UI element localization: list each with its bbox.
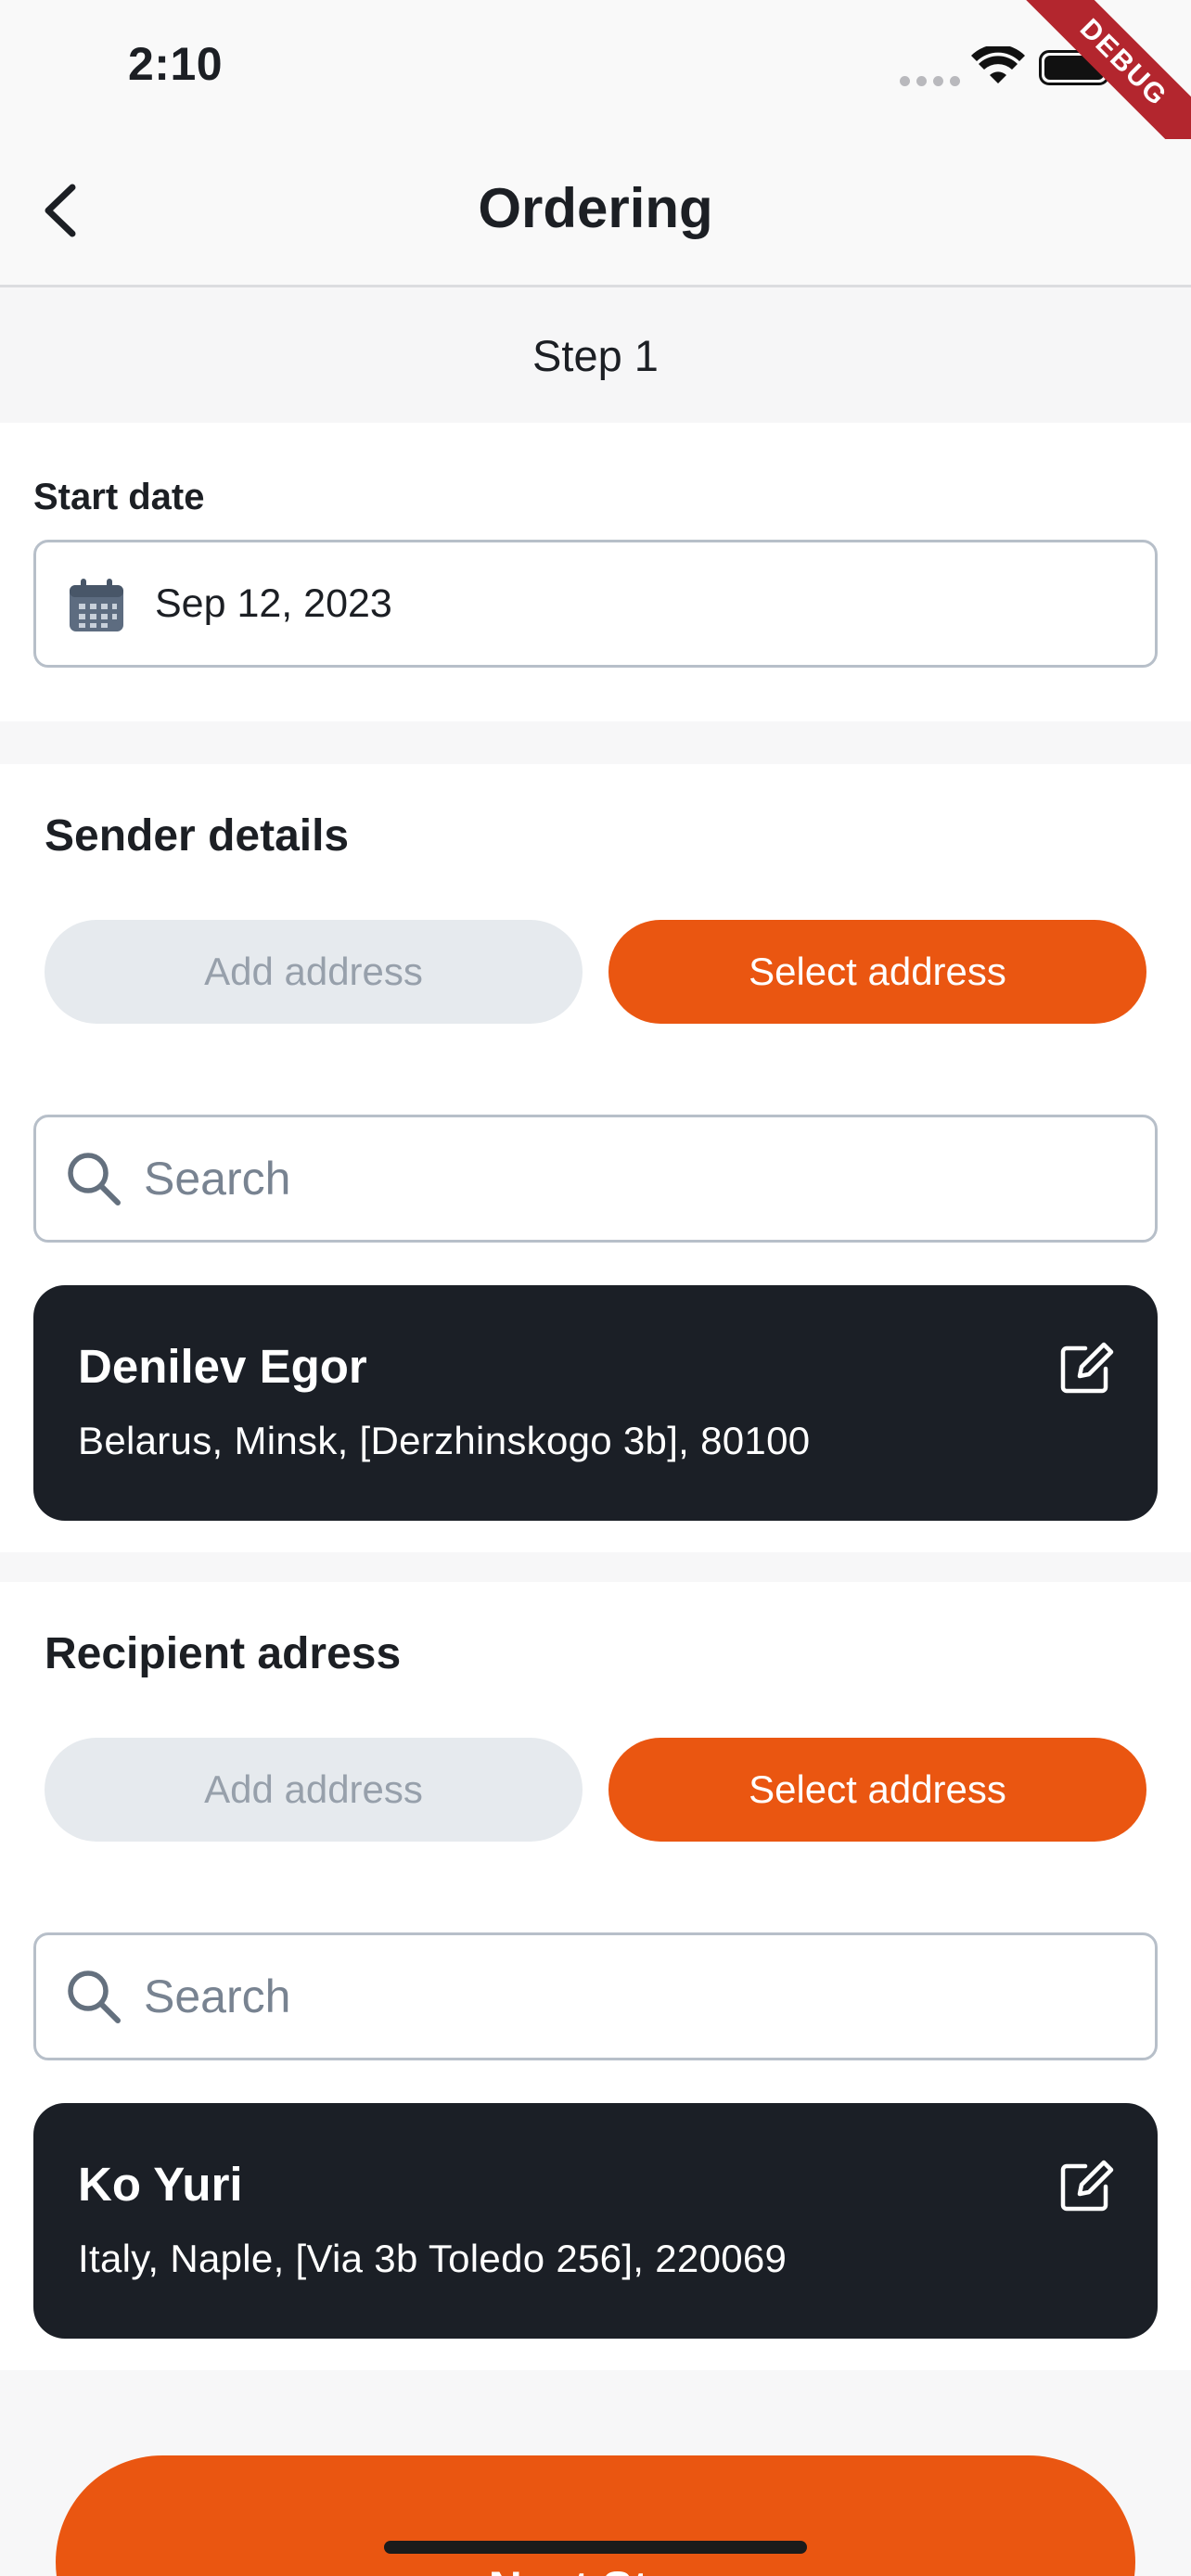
status-bar: 2:10 [0, 0, 1191, 139]
app-bar: Ordering [0, 139, 1191, 287]
start-date-field[interactable]: Sep 12, 2023 [33, 540, 1158, 668]
recipient-address: Italy, Naple, [Via 3b Toledo 256], 22006… [78, 2237, 788, 2280]
start-date-value: Sep 12, 2023 [155, 581, 392, 626]
sender-title: Sender details [45, 811, 350, 861]
recipient-select-address-button[interactable]: Select address [608, 1738, 1146, 1842]
start-date-label: Start date [33, 477, 205, 517]
sender-add-address-button[interactable]: Add address [45, 920, 583, 1024]
recipient-address-card[interactable]: Ko Yuri Italy, Naple, [Via 3b Toledo 256… [33, 2103, 1158, 2339]
next-step-button[interactable]: Next Step [56, 2455, 1135, 2576]
home-indicator [384, 2541, 807, 2554]
recipient-search-input[interactable] [144, 1961, 1118, 2032]
edit-icon[interactable] [1057, 2157, 1115, 2214]
start-date-section: Start date Sep 12, 2023 [0, 423, 1191, 721]
sender-search-input[interactable] [144, 1143, 1118, 1214]
cellular-signal-icon [900, 76, 960, 86]
recipient-add-address-button[interactable]: Add address [45, 1738, 583, 1842]
step-indicator: Step 1 [0, 290, 1191, 422]
edit-icon[interactable] [1057, 1339, 1115, 1396]
wifi-icon [971, 46, 1025, 83]
sender-section: Sender details Add address Select addres… [0, 764, 1191, 1552]
recipient-section: Recipient adress Add address Select addr… [0, 1582, 1191, 2370]
sender-select-address-button[interactable]: Select address [608, 920, 1146, 1024]
sender-address-card[interactable]: Denilev Egor Belarus, Minsk, [Derzhinsko… [33, 1285, 1158, 1521]
calendar-icon [70, 579, 123, 631]
recipient-title: Recipient adress [45, 1629, 402, 1678]
search-icon [68, 1153, 121, 1205]
sender-search-field[interactable] [33, 1115, 1158, 1243]
search-icon [68, 1970, 121, 2023]
recipient-search-field[interactable] [33, 1932, 1158, 2060]
sender-name: Denilev Egor [78, 1340, 367, 1393]
sender-address: Belarus, Minsk, [Derzhinskogo 3b], 80100 [78, 1419, 811, 1462]
status-time: 2:10 [128, 38, 224, 90]
recipient-name: Ko Yuri [78, 2158, 243, 2211]
page-title: Ordering [478, 177, 713, 239]
ordering-screen: 2:10 DEBUG Ordering Step 1 Start date Se… [0, 0, 1191, 2576]
